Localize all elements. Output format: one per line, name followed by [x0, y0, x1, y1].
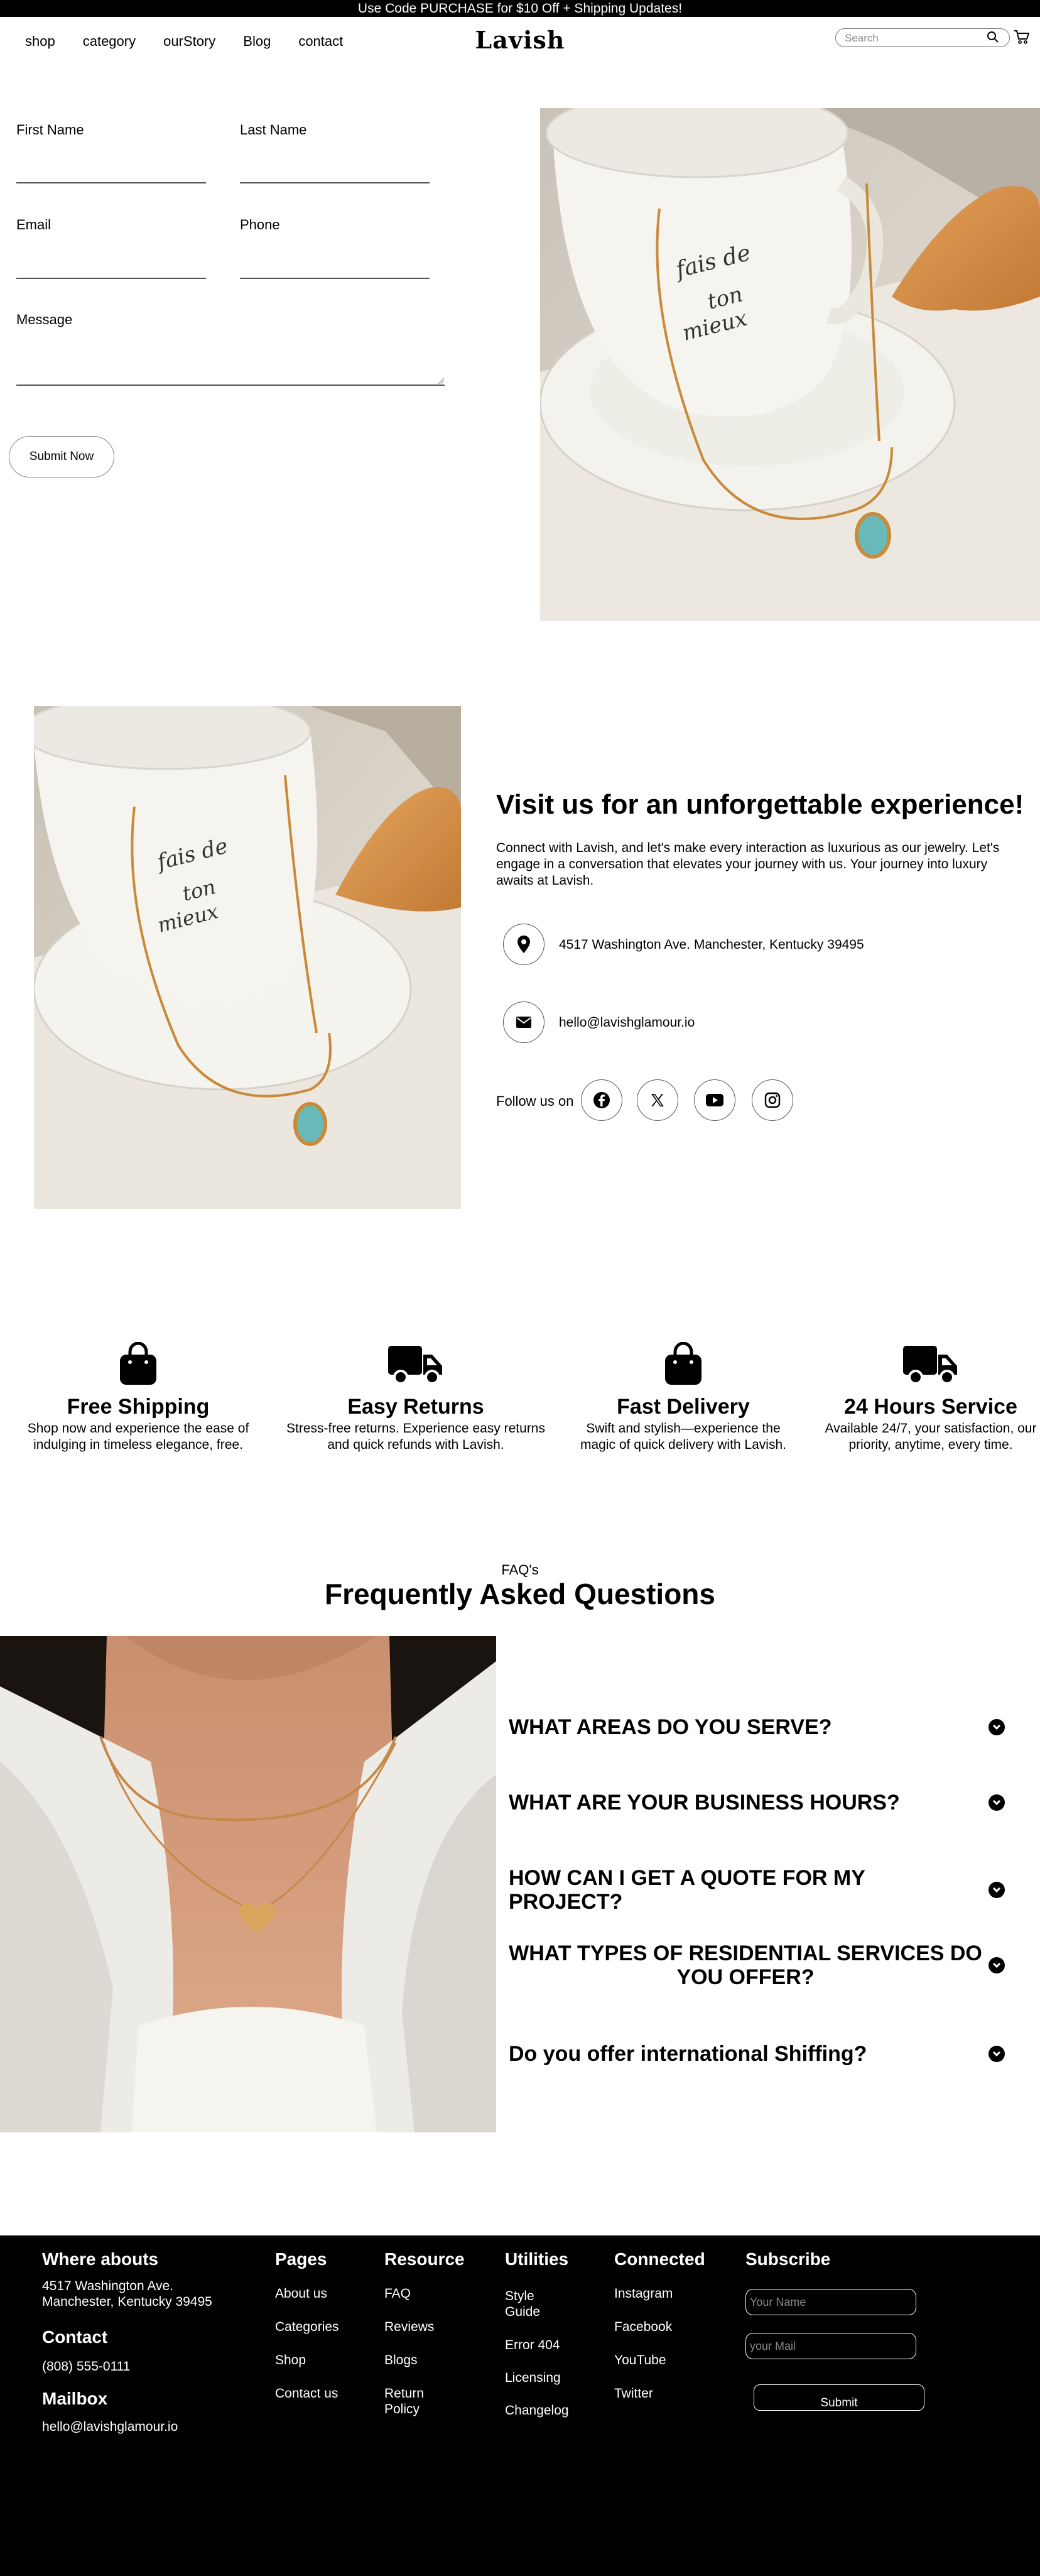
footer-link-categories[interactable]: Categories [275, 2319, 339, 2335]
footer-link-youtube[interactable]: YouTube [614, 2352, 666, 2368]
email-label: Email [16, 217, 51, 232]
phone-field[interactable] [240, 278, 430, 279]
footer-link-instagram[interactable]: Instagram [614, 2286, 673, 2301]
message-label: Message [16, 312, 73, 327]
announcement-bar: Use Code PURCHASE for $10 Off + Shipping… [0, 0, 1040, 17]
email-field[interactable] [16, 278, 206, 279]
subscribe-name-input[interactable] [745, 2289, 916, 2315]
feature-title: 24 Hours Service [844, 1395, 1017, 1419]
faq-question[interactable]: WHAT ARE YOUR BUSINESS HOURS? [509, 1791, 982, 1815]
footer-link-style-guide[interactable]: Style Guide [505, 2288, 555, 2320]
footer-connected-title: Connected [614, 2249, 705, 2269]
x-twitter-icon[interactable] [637, 1079, 678, 1121]
visit-address: 4517 Washington Ave. Manchester, Kentuck… [559, 937, 864, 952]
last-name-label: Last Name [240, 122, 307, 138]
footer-resource-title: Resource [384, 2249, 465, 2269]
envelope-icon [503, 1001, 544, 1043]
follow-label: Follow us on [496, 1093, 574, 1109]
first-name-field[interactable] [16, 182, 206, 183]
footer-link-facebook[interactable]: Facebook [614, 2319, 672, 2335]
feature-title: Easy Returns [347, 1395, 484, 1419]
feature-title: Free Shipping [67, 1395, 210, 1419]
shopping-bag-icon [0, 1338, 276, 1386]
faq-item[interactable]: Do you offer international Shiffing? [509, 2042, 1005, 2066]
feature-text: Available 24/7, your satisfaction, our p… [825, 1421, 1037, 1452]
visit-product-image: fais de ton mieux [34, 706, 461, 1209]
footer-link-blogs[interactable]: Blogs [384, 2352, 418, 2368]
chevron-down-icon[interactable] [989, 1719, 1005, 1735]
faq-model-image [0, 1636, 496, 2132]
faq-item[interactable]: WHAT ARE YOUR BUSINESS HOURS? [509, 1791, 1005, 1815]
last-name-field[interactable] [240, 182, 430, 183]
footer-link-reviews[interactable]: Reviews [384, 2319, 434, 2335]
feature-title: Fast Delivery [617, 1395, 750, 1419]
hero-product-image: fais de ton mieux [540, 108, 1040, 621]
faq-question[interactable]: WHAT TYPES OF RESIDENTIAL SERVICES DO YO… [509, 1941, 982, 1989]
footer-link-faq[interactable]: FAQ [384, 2286, 411, 2301]
cart-icon[interactable] [1014, 30, 1030, 48]
feature-text: Shop now and experience the ease of indu… [27, 1421, 249, 1452]
faq-item[interactable]: WHAT AREAS DO YOU SERVE? [509, 1715, 1005, 1739]
phone-label: Phone [240, 217, 280, 232]
instagram-icon[interactable] [752, 1079, 793, 1121]
footer-link-shop[interactable]: Shop [275, 2352, 306, 2368]
footer-link-return-policy[interactable]: Return Policy [384, 2386, 435, 2417]
faq-item[interactable]: WHAT TYPES OF RESIDENTIAL SERVICES DO YO… [509, 1941, 1005, 1989]
footer-mail[interactable]: hello@lavishglamour.io [42, 2419, 178, 2435]
message-field[interactable] [16, 333, 445, 386]
footer-where-title: Where abouts [42, 2249, 159, 2269]
search-input[interactable] [845, 32, 983, 45]
shopping-bag-icon [545, 1338, 821, 1386]
faq-question[interactable]: WHAT AREAS DO YOU SERVE? [509, 1715, 982, 1739]
feature-free-shipping: Free Shipping Shop now and experience th… [0, 1338, 276, 1453]
faq-kicker: FAQ's [501, 1562, 539, 1578]
search-icon[interactable] [987, 31, 999, 46]
search-box [835, 28, 1010, 47]
top-nav: shop category ourStory Blog contact Lavi… [0, 17, 1040, 67]
truck-icon [793, 1338, 1040, 1386]
footer-link-contact-us[interactable]: Contact us [275, 2386, 338, 2401]
footer-utilities-title: Utilities [505, 2249, 569, 2269]
truck-icon [278, 1338, 554, 1386]
chevron-down-icon[interactable] [989, 1957, 1005, 1973]
facebook-icon[interactable] [581, 1079, 622, 1121]
footer-phone[interactable]: (808) 555-0111 [42, 2359, 131, 2374]
faq-item[interactable]: HOW CAN I GET A QUOTE FOR MY PROJECT? [509, 1866, 1005, 1914]
faq-question[interactable]: Do you offer international Shiffing? [509, 2042, 982, 2066]
youtube-icon[interactable] [694, 1079, 735, 1121]
site-footer: Where abouts 4517 Washington Ave. Manche… [0, 2235, 1040, 2576]
footer-mailbox-title: Mailbox [42, 2389, 108, 2408]
footer-subscribe-title: Subscribe [745, 2249, 831, 2269]
feature-24-hours-service: 24 Hours Service Available 24/7, your sa… [793, 1338, 1040, 1453]
footer-link-licensing[interactable]: Licensing [505, 2370, 561, 2386]
visit-email[interactable]: hello@lavishglamour.io [559, 1015, 695, 1030]
feature-easy-returns: Easy Returns Stress-free returns. Experi… [278, 1338, 554, 1453]
footer-pages-title: Pages [275, 2249, 327, 2269]
feature-text: Swift and stylish—experience the magic o… [580, 1421, 786, 1452]
announcement-text: Use Code PURCHASE for $10 Off + Shipping… [357, 1, 683, 16]
faq-title: Frequently Asked Questions [325, 1578, 715, 1610]
footer-contact-title: Contact [42, 2327, 108, 2347]
subscribe-mail-input[interactable] [745, 2333, 916, 2359]
chevron-down-icon[interactable] [989, 1794, 1005, 1811]
footer-address: 4517 Washington Ave. Manchester, Kentuck… [42, 2279, 212, 2309]
footer-link-error-404[interactable]: Error 404 [505, 2337, 560, 2353]
footer-link-changelog[interactable]: Changelog [505, 2403, 569, 2418]
visit-description: Connect with Lavish, and let's make ever… [496, 841, 1000, 888]
footer-link-twitter[interactable]: Twitter [614, 2386, 653, 2401]
chevron-down-icon[interactable] [989, 2046, 1005, 2062]
visit-title: Visit us for an unforgettable experience… [496, 789, 1024, 820]
location-pin-icon [503, 924, 544, 965]
first-name-label: First Name [16, 122, 84, 138]
faq-question[interactable]: HOW CAN I GET A QUOTE FOR MY PROJECT? [509, 1866, 982, 1914]
footer-link-about-us[interactable]: About us [275, 2286, 327, 2301]
chevron-down-icon[interactable] [989, 1882, 1005, 1898]
feature-text: Stress-free returns. Experience easy ret… [286, 1421, 545, 1452]
feature-fast-delivery: Fast Delivery Swift and stylish—experien… [545, 1338, 821, 1453]
subscribe-submit-button[interactable]: Submit [754, 2384, 924, 2411]
submit-now-button[interactable]: Submit Now [9, 436, 114, 478]
